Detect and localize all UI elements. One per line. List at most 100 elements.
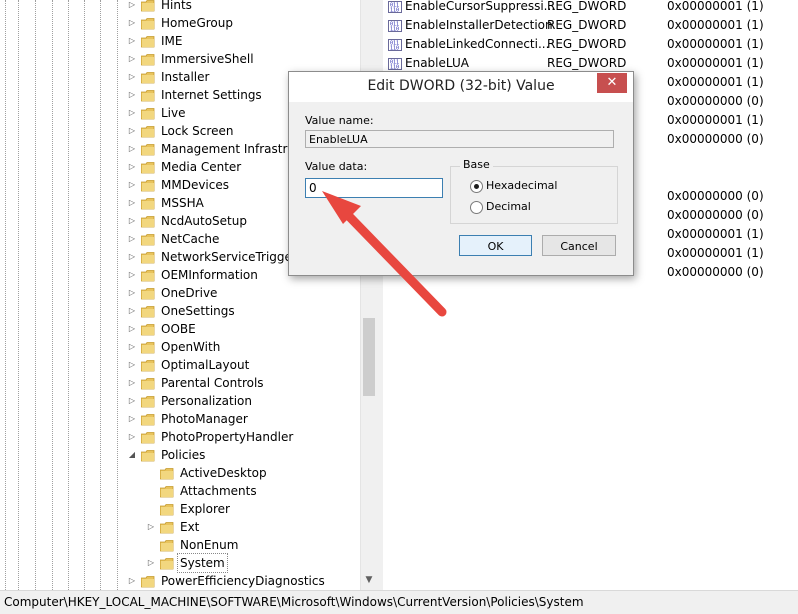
expand-arrow-icon[interactable]: ▷ [127, 158, 137, 176]
tree-item[interactable]: ▷ PowerEfficiencyDiagnostics [0, 572, 360, 590]
tree-item[interactable]: ▷ System [0, 553, 360, 573]
tree-item[interactable]: Attachments [0, 482, 360, 500]
expand-arrow-icon[interactable]: ▷ [127, 104, 137, 122]
scrollbar-thumb[interactable] [363, 318, 375, 396]
expand-arrow-icon[interactable]: ▷ [127, 122, 137, 140]
expand-arrow-icon[interactable]: ▷ [146, 554, 156, 572]
dialog-titlebar[interactable]: Edit DWORD (32-bit) Value ✕ [289, 72, 633, 102]
tree-item-label[interactable]: PhotoManager [161, 410, 248, 428]
expand-arrow-icon[interactable]: ▷ [127, 374, 137, 392]
tree-item-label[interactable]: OneDrive [161, 284, 217, 302]
expand-arrow-icon[interactable]: ▷ [127, 176, 137, 194]
expand-arrow-icon[interactable]: ▷ [127, 0, 137, 14]
expand-arrow-icon[interactable]: ▷ [127, 14, 137, 32]
expand-arrow-icon[interactable]: ▷ [127, 410, 137, 428]
expand-arrow-icon[interactable]: ▷ [127, 248, 137, 266]
expand-arrow-icon[interactable]: ▷ [127, 392, 137, 410]
tree-item-label[interactable]: Internet Settings [161, 86, 262, 104]
tree-item[interactable]: ▷ Parental Controls [0, 374, 360, 392]
tree-item-label[interactable]: Personalization [161, 392, 252, 410]
expand-arrow-icon[interactable]: ▷ [127, 194, 137, 212]
expand-arrow-icon[interactable]: ▷ [127, 212, 137, 230]
tree-item-label[interactable]: OOBE [161, 320, 196, 338]
expand-arrow-icon[interactable]: ▷ [127, 356, 137, 374]
tree-item-label[interactable]: NetCache [161, 230, 219, 248]
tree-item[interactable]: ▷ ImmersiveShell [0, 50, 360, 68]
folder-icon [140, 89, 155, 102]
tree-item[interactable]: ▷ HomeGroup [0, 14, 360, 32]
expand-arrow-icon[interactable]: ▷ [127, 230, 137, 248]
tree-item-label[interactable]: Installer [161, 68, 209, 86]
scroll-down-icon[interactable]: ▼ [361, 572, 376, 588]
tree-item-label[interactable]: Attachments [180, 482, 257, 500]
hexadecimal-label[interactable]: Hexadecimal [486, 179, 557, 192]
tree-item-label[interactable]: MMDevices [161, 176, 229, 194]
expand-arrow-icon[interactable]: ▷ [127, 266, 137, 284]
value-row[interactable]: 011 110 EnableInstallerDetection REG_DWORD 0… [383, 16, 798, 34]
expand-arrow-icon[interactable]: ▷ [127, 140, 137, 158]
tree-item-label[interactable]: IME [161, 32, 182, 50]
value-type: REG_DWORD [547, 0, 627, 13]
tree-item[interactable]: ▷ PhotoManager [0, 410, 360, 428]
expand-arrow-icon[interactable]: ▷ [127, 50, 137, 68]
tree-item[interactable]: ▷ Ext [0, 518, 360, 536]
tree-item[interactable]: ▷ OneDrive [0, 284, 360, 302]
tree-item[interactable]: ▷ OptimalLayout [0, 356, 360, 374]
tree-item-label[interactable]: System [177, 553, 228, 573]
cancel-button[interactable]: Cancel [542, 235, 616, 256]
tree-item-label[interactable]: OEMInformation [161, 266, 258, 284]
tree-item-label[interactable]: PowerEfficiencyDiagnostics [161, 572, 325, 590]
tree-item-label[interactable]: PhotoPropertyHandler [161, 428, 293, 446]
expand-arrow-icon[interactable]: ▷ [127, 284, 137, 302]
tree-item[interactable]: ▷ Personalization [0, 392, 360, 410]
tree-item-label[interactable]: Explorer [180, 500, 230, 518]
value-row[interactable]: 011 110 EnableCursorSuppressi... REG_DWORD 0… [383, 0, 798, 15]
ok-button[interactable]: OK [459, 235, 532, 256]
tree-item[interactable]: ◢ Policies [0, 446, 360, 464]
expand-arrow-icon[interactable]: ▷ [127, 320, 137, 338]
tree-item[interactable]: ▷ OOBE [0, 320, 360, 338]
tree-item-label[interactable]: Live [161, 104, 186, 122]
tree-item-label[interactable]: NcdAutoSetup [161, 212, 247, 230]
tree-item-label[interactable]: ImmersiveShell [161, 50, 254, 68]
decimal-radio[interactable] [470, 201, 483, 214]
tree-item-label[interactable]: MSSHA [161, 194, 204, 212]
expand-arrow-icon[interactable]: ▷ [127, 86, 137, 104]
expand-arrow-icon[interactable]: ▷ [127, 302, 137, 320]
tree-item-label[interactable]: NetworkServiceTriggers [161, 248, 303, 266]
expand-arrow-icon[interactable]: ▷ [127, 338, 137, 356]
value-row[interactable]: 011 110 EnableLUA REG_DWORD 0x00000001 (1) [383, 54, 798, 72]
tree-item-label[interactable]: HomeGroup [161, 14, 233, 32]
tree-item-label[interactable]: OpenWith [161, 338, 220, 356]
tree-item-label[interactable]: OneSettings [161, 302, 235, 320]
expand-arrow-icon[interactable]: ▷ [127, 32, 137, 50]
tree-item-label[interactable]: OptimalLayout [161, 356, 249, 374]
tree-item[interactable]: NonEnum [0, 536, 360, 554]
tree-item-label[interactable]: Management Infrastruct [161, 140, 306, 158]
tree-item[interactable]: ▷ IME [0, 32, 360, 50]
collapse-arrow-icon[interactable]: ◢ [127, 446, 137, 464]
tree-item[interactable]: ▷ PhotoPropertyHandler [0, 428, 360, 446]
expand-arrow-icon[interactable]: ▷ [127, 428, 137, 446]
tree-item-label[interactable]: Lock Screen [161, 122, 233, 140]
tree-item-label[interactable]: Hints [161, 0, 192, 14]
expand-arrow-icon[interactable]: ▷ [146, 518, 156, 536]
tree-item-label[interactable]: Media Center [161, 158, 241, 176]
tree-item[interactable]: ▷ Hints [0, 0, 360, 14]
tree-item[interactable]: ActiveDesktop [0, 464, 360, 482]
decimal-label[interactable]: Decimal [486, 200, 531, 213]
value-row[interactable]: 011 110 EnableLinkedConnecti... REG_DWORD 0x… [383, 35, 798, 53]
tree-item[interactable]: Explorer [0, 500, 360, 518]
expand-arrow-icon[interactable]: ▷ [127, 68, 137, 86]
tree-item-label[interactable]: Policies [161, 446, 205, 464]
tree-item[interactable]: ▷ OpenWith [0, 338, 360, 356]
tree-item-label[interactable]: Parental Controls [161, 374, 264, 392]
expand-arrow-icon[interactable]: ▷ [127, 572, 137, 590]
close-icon[interactable]: ✕ [597, 73, 627, 93]
value-data-input[interactable]: 0 [305, 178, 443, 198]
tree-item-label[interactable]: ActiveDesktop [180, 464, 267, 482]
tree-item-label[interactable]: Ext [180, 518, 199, 536]
tree-item-label[interactable]: NonEnum [180, 536, 238, 554]
tree-item[interactable]: ▷ OneSettings [0, 302, 360, 320]
hexadecimal-radio[interactable] [470, 180, 483, 193]
